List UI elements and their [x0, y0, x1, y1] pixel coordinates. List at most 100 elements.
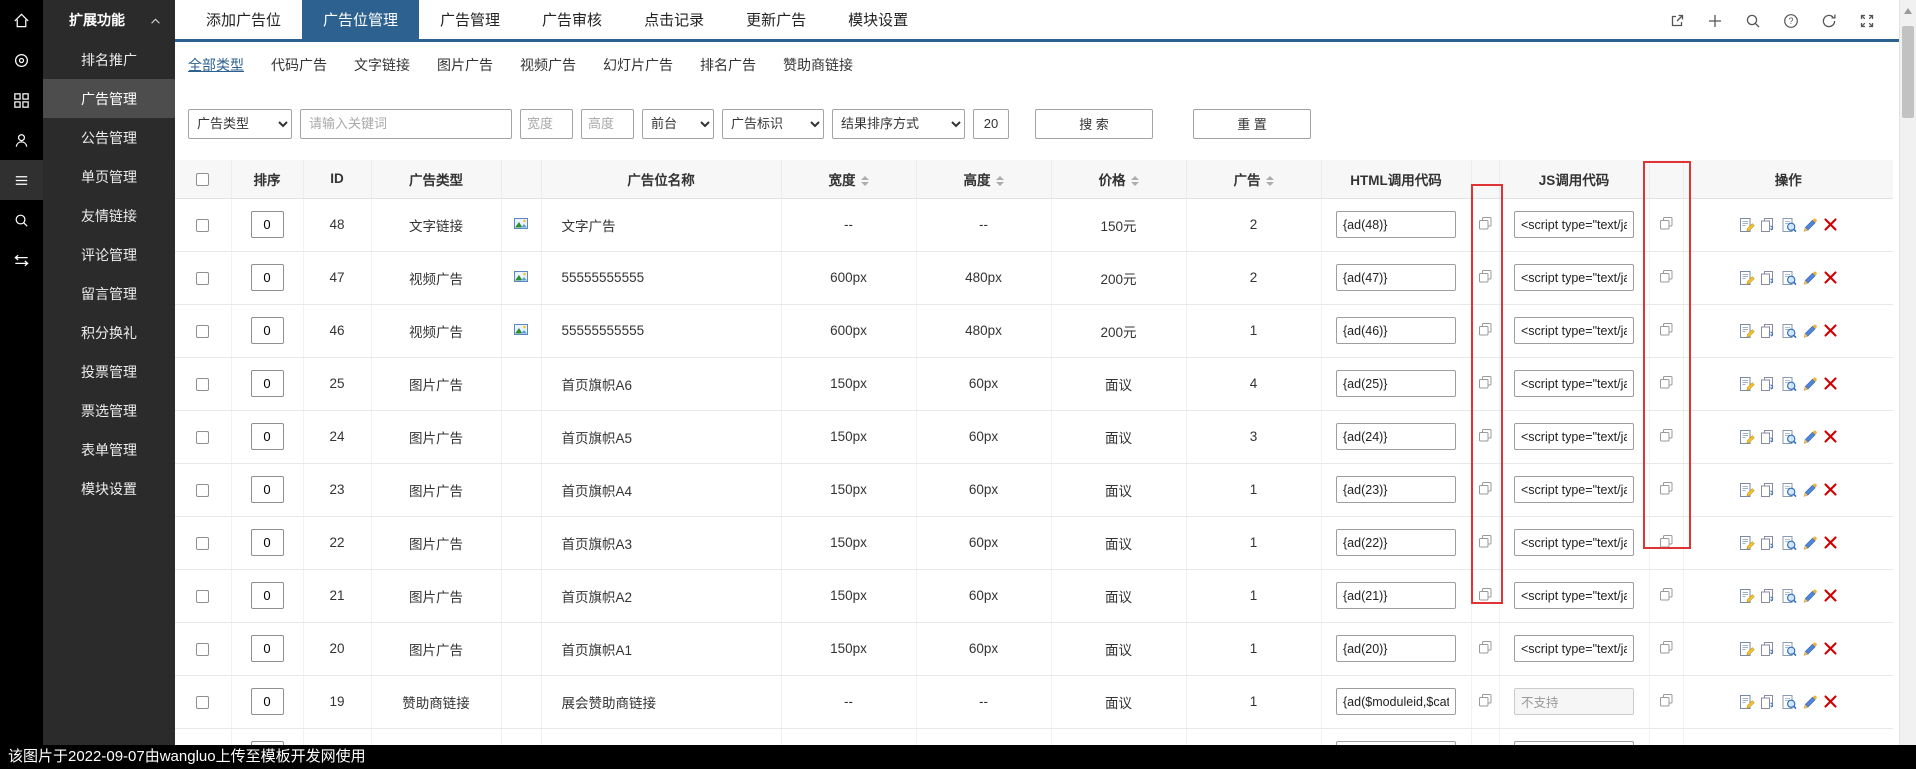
sidebar-item[interactable]: 票选管理 — [43, 391, 175, 430]
ad-flag-select[interactable]: 广告标识 — [722, 108, 824, 139]
delete-icon[interactable] — [1823, 376, 1838, 391]
tab[interactable]: 广告管理 — [419, 0, 521, 39]
html-code-input[interactable] — [1336, 211, 1456, 238]
delete-icon[interactable] — [1823, 694, 1838, 709]
delete-icon[interactable] — [1823, 323, 1838, 338]
html-code-input[interactable] — [1336, 317, 1456, 344]
js-code-input[interactable] — [1514, 370, 1634, 397]
copy-ad-slot-icon[interactable] — [1760, 641, 1776, 657]
sort-icons[interactable] — [1130, 176, 1139, 187]
html-code-input[interactable] — [1336, 264, 1456, 291]
js-code-input[interactable] — [1514, 317, 1634, 344]
search-button[interactable]: 搜 索 — [1035, 108, 1153, 139]
tab[interactable]: 广告位管理 — [302, 0, 420, 39]
copy-code-icon[interactable] — [1659, 269, 1673, 283]
copy-code-icon[interactable] — [1478, 216, 1492, 230]
sidebar-item[interactable]: 排名推广 — [43, 40, 175, 79]
copy-code-icon[interactable] — [1659, 693, 1673, 707]
copy-ad-slot-icon[interactable] — [1760, 694, 1776, 710]
target-icon[interactable] — [0, 40, 43, 80]
manage-ads-icon[interactable] — [1739, 429, 1755, 445]
sort-icons[interactable] — [995, 176, 1004, 187]
copy-code-icon[interactable] — [1478, 640, 1492, 654]
sort-order-input[interactable] — [250, 423, 284, 450]
preview-ad-icon[interactable] — [1781, 323, 1797, 339]
sidebar-item[interactable]: 投票管理 — [43, 352, 175, 391]
tab[interactable]: 更新广告 — [725, 0, 827, 39]
sidebar-item[interactable]: 模块设置 — [43, 469, 175, 508]
js-code-input[interactable] — [1514, 264, 1634, 291]
manage-ads-icon[interactable] — [1739, 323, 1755, 339]
sort-order-input[interactable] — [250, 476, 284, 503]
edit-icon[interactable] — [1802, 323, 1818, 339]
copy-code-icon[interactable] — [1478, 375, 1492, 389]
copy-code-icon[interactable] — [1659, 428, 1673, 442]
sort-icons[interactable] — [1265, 176, 1274, 187]
copy-ad-slot-icon[interactable] — [1760, 376, 1776, 392]
html-code-input[interactable] — [1336, 476, 1456, 503]
preview-ad-icon[interactable] — [1781, 588, 1797, 604]
row-checkbox[interactable] — [196, 324, 210, 338]
home-icon[interactable] — [0, 0, 43, 40]
js-code-input[interactable] — [1514, 476, 1634, 503]
edit-icon[interactable] — [1802, 588, 1818, 604]
sort-order-input[interactable] — [250, 317, 284, 344]
sidebar-item[interactable]: 表单管理 — [43, 430, 175, 469]
copy-ad-slot-icon[interactable] — [1760, 588, 1776, 604]
type-filter-link[interactable]: 视频广告 — [520, 55, 576, 75]
sort-order-input[interactable] — [250, 211, 284, 238]
width-filter-input[interactable] — [520, 108, 573, 139]
preview-ad-icon[interactable] — [1781, 641, 1797, 657]
edit-icon[interactable] — [1802, 217, 1818, 233]
list-icon[interactable] — [0, 160, 43, 200]
manage-ads-icon[interactable] — [1739, 641, 1755, 657]
edit-icon[interactable] — [1802, 694, 1818, 710]
help-icon[interactable]: ? — [1783, 13, 1799, 29]
copy-code-icon[interactable] — [1659, 534, 1673, 548]
edit-icon[interactable] — [1802, 270, 1818, 286]
type-filter-link[interactable]: 幻灯片广告 — [603, 55, 673, 75]
manage-ads-icon[interactable] — [1739, 270, 1755, 286]
external-link-icon[interactable] — [1669, 13, 1685, 29]
scroll-up-arrow[interactable] — [1904, 8, 1912, 14]
vertical-scrollbar[interactable] — [1899, 0, 1916, 769]
sidebar-item[interactable]: 友情链接 — [43, 196, 175, 235]
type-filter-link[interactable]: 赞助商链接 — [783, 55, 853, 75]
sidebar-item[interactable]: 积分换礼 — [43, 313, 175, 352]
manage-ads-icon[interactable] — [1739, 588, 1755, 604]
type-filter-link[interactable]: 图片广告 — [437, 55, 493, 75]
edit-icon[interactable] — [1802, 376, 1818, 392]
row-checkbox[interactable] — [196, 377, 210, 391]
copy-ad-slot-icon[interactable] — [1760, 482, 1776, 498]
copy-code-icon[interactable] — [1659, 481, 1673, 495]
js-code-input[interactable] — [1514, 423, 1634, 450]
reset-button[interactable]: 重 置 — [1193, 108, 1311, 139]
sort-icons[interactable] — [860, 176, 869, 187]
row-checkbox[interactable] — [196, 642, 210, 656]
user-icon[interactable] — [0, 120, 43, 160]
preview-ad-icon[interactable] — [1781, 535, 1797, 551]
edit-icon[interactable] — [1802, 535, 1818, 551]
html-code-input[interactable] — [1336, 688, 1456, 715]
height-filter-input[interactable] — [581, 108, 634, 139]
html-code-input[interactable] — [1336, 635, 1456, 662]
ad-type-select[interactable]: 广告类型 — [188, 108, 292, 139]
manage-ads-icon[interactable] — [1739, 535, 1755, 551]
sidebar-item[interactable]: 广告管理 — [43, 79, 175, 118]
copy-code-icon[interactable] — [1478, 693, 1492, 707]
copy-code-icon[interactable] — [1478, 269, 1492, 283]
manage-ads-icon[interactable] — [1739, 482, 1755, 498]
sort-order-input[interactable] — [250, 370, 284, 397]
scrollbar-thumb[interactable] — [1902, 26, 1914, 118]
delete-icon[interactable] — [1823, 535, 1838, 550]
row-checkbox[interactable] — [196, 271, 210, 285]
delete-icon[interactable] — [1823, 588, 1838, 603]
keyword-input[interactable] — [300, 108, 512, 139]
select-all-checkbox[interactable] — [196, 173, 210, 187]
tab[interactable]: 点击记录 — [623, 0, 725, 39]
copy-code-icon[interactable] — [1659, 375, 1673, 389]
copy-ad-slot-icon[interactable] — [1760, 323, 1776, 339]
copy-code-icon[interactable] — [1659, 322, 1673, 336]
html-code-input[interactable] — [1336, 423, 1456, 450]
type-filter-link[interactable]: 代码广告 — [271, 55, 327, 75]
